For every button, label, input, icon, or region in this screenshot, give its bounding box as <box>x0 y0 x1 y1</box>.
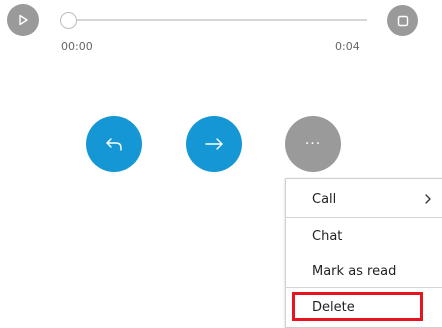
more-dots-icon: ··· <box>304 136 322 152</box>
progress-track[interactable] <box>62 19 367 21</box>
chevron-right-icon <box>425 194 431 204</box>
menu-item-chat[interactable]: Chat <box>286 218 442 254</box>
menu-item-mark-as-read[interactable]: Mark as read <box>286 253 442 289</box>
menu-item-label: Chat <box>312 228 343 244</box>
menu-item-call[interactable]: Call <box>286 181 442 217</box>
play-icon <box>19 14 28 26</box>
current-time: 00:00 <box>61 40 93 53</box>
forward-arrow-icon <box>205 138 223 150</box>
total-time: 0:04 <box>335 40 360 53</box>
menu-item-label: Call <box>312 191 337 207</box>
reply-arrow-icon <box>106 138 122 151</box>
forward-button[interactable] <box>186 116 242 172</box>
more-options-button[interactable]: ··· <box>285 116 341 172</box>
reply-button[interactable] <box>86 116 142 172</box>
stop-button[interactable] <box>387 5 418 36</box>
menu-divider <box>286 287 442 288</box>
delete-highlight-box <box>292 292 423 321</box>
progress-thumb[interactable] <box>60 12 77 29</box>
menu-item-label: Mark as read <box>312 263 397 279</box>
play-button[interactable] <box>7 4 39 36</box>
stop-icon <box>397 15 408 26</box>
